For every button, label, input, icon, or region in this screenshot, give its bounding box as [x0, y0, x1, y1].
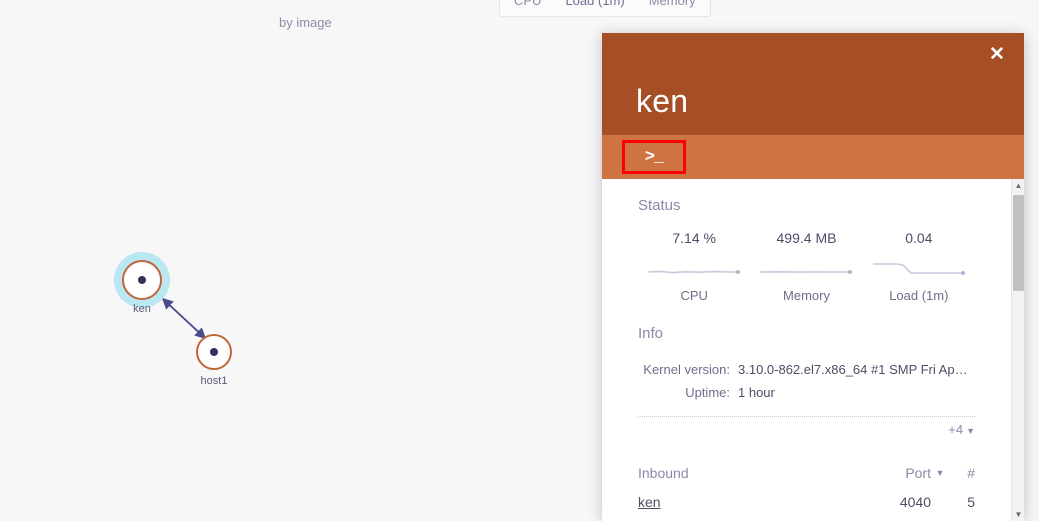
- status-heading: Status: [638, 197, 681, 214]
- node-label-host1: host1: [200, 375, 228, 387]
- metric-value: 0.04: [905, 230, 933, 246]
- metric-value: 499.4 MB: [776, 230, 837, 246]
- topology-graph[interactable]: ken host1: [0, 0, 600, 521]
- panel-scrollbar[interactable]: ▲ ▼: [1011, 179, 1024, 521]
- close-icon[interactable]: ✕: [984, 41, 1010, 67]
- info-row: Kernel version: 3.10.0-862.el7.x86_64 #1…: [638, 358, 975, 381]
- tab-memory[interactable]: Memory: [637, 0, 708, 12]
- inbound-link-ken[interactable]: ken: [638, 494, 661, 510]
- info-rows: Kernel version: 3.10.0-862.el7.x86_64 #1…: [638, 358, 975, 404]
- inbound-name[interactable]: ken: [638, 494, 865, 510]
- app-root: CPU Load (1m) Memory by image ken host1 …: [0, 0, 1039, 521]
- metric-label: Memory: [783, 288, 830, 303]
- table-row[interactable]: ken 4040 5: [638, 488, 975, 516]
- info-key: Uptime:: [685, 385, 730, 400]
- scroll-up-icon[interactable]: ▲: [1012, 179, 1024, 192]
- info-divider: +4 ▼: [638, 416, 975, 439]
- info-key: Kernel version:: [643, 362, 730, 377]
- info-expand-count: +4: [948, 422, 964, 437]
- info-row: Uptime: 1 hour: [638, 381, 975, 404]
- column-header-inbound: Inbound: [638, 465, 689, 481]
- node-label-ken: ken: [133, 303, 151, 315]
- info-expand-toggle[interactable]: +4 ▼: [948, 422, 975, 437]
- table-row[interactable]: [638, 516, 975, 521]
- info-value: 1 hour: [738, 385, 775, 400]
- metric-memory: 499.4 MB Memory: [750, 230, 862, 303]
- inbound-table-header: Inbound Port ▼ #: [638, 465, 975, 488]
- status-metrics: 7.14 % CPU 499.4 MB Memory 0.04 Load (1m…: [638, 230, 975, 303]
- scrollbar-thumb[interactable]: [1013, 195, 1024, 291]
- node-center-dot: [210, 348, 218, 356]
- metric-load-1m: 0.04 Load (1m): [863, 230, 975, 303]
- info-value: 3.10.0-862.el7.x86_64 #1 SMP Fri Ap…: [738, 362, 968, 377]
- panel-title: ken: [636, 83, 689, 119]
- panel-toolbar: >_: [602, 135, 1024, 179]
- sparkline-load: [863, 259, 975, 281]
- metric-label: Load (1m): [889, 288, 949, 303]
- metric-value: 7.14 %: [672, 230, 716, 246]
- sparkline-cpu: [638, 259, 750, 281]
- graph-edges: [161, 297, 207, 340]
- info-heading: Info: [638, 325, 664, 342]
- sparkline-memory: [750, 259, 862, 281]
- scroll-down-icon[interactable]: ▼: [1012, 508, 1024, 521]
- panel-scroll-content: Status 7.14 % CPU 499.4 MB Memory 0.04 L…: [602, 179, 1011, 521]
- metric-cpu: 7.14 % CPU: [638, 230, 750, 303]
- inbound-table: Inbound Port ▼ # ken 4040 5: [638, 465, 975, 521]
- node-center-dot: [138, 276, 146, 284]
- chevron-down-icon: ▼: [966, 426, 975, 436]
- inbound-port: 4040: [899, 494, 931, 510]
- panel-header: ✕ ken: [602, 33, 1024, 135]
- metric-label: CPU: [680, 288, 708, 303]
- panel-body: Status 7.14 % CPU 499.4 MB Memory 0.04 L…: [602, 179, 1024, 521]
- column-header-count[interactable]: #: [949, 465, 975, 481]
- sort-caret-icon[interactable]: ▼: [931, 468, 949, 478]
- node-detail-panel: ✕ ken >_ Status 7.14 % CPU 499.4 MB Memo…: [602, 33, 1024, 521]
- terminal-glyph: >_: [644, 147, 664, 167]
- terminal-icon[interactable]: >_: [622, 140, 686, 174]
- column-header-port[interactable]: Port: [865, 465, 931, 481]
- inbound-count: 5: [967, 494, 975, 510]
